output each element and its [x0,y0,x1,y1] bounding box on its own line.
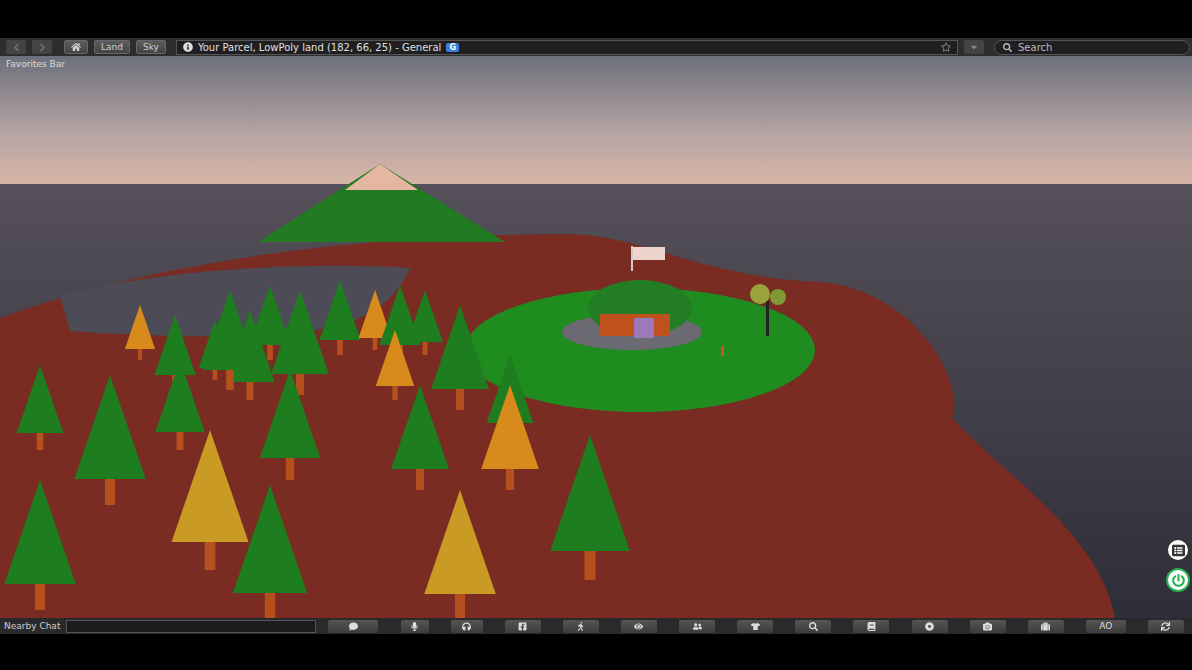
info-icon [183,42,193,52]
home-icon [71,42,81,52]
search-icon [1003,43,1012,52]
search-field[interactable]: Search [994,40,1190,55]
tree [155,360,205,450]
power-button[interactable] [1166,568,1190,592]
toolbar-text-button[interactable]: AO [1086,620,1126,633]
snow-cap [345,164,418,190]
search-icon [809,622,818,631]
tree [550,435,630,580]
small-tree-trunk [766,301,769,336]
eye-icon [634,622,643,631]
tree [17,365,64,450]
tree [431,305,489,410]
island [0,234,1115,618]
toolbar-button[interactable] [563,620,599,633]
back-icon [12,43,21,52]
tree [125,305,155,360]
toolbar-button[interactable] [970,620,1006,633]
toolbar-button[interactable] [853,620,889,633]
viewer-window: Land Sky Your Parcel, LowPoly land (182, 6… [0,0,1192,670]
caret-down-icon [969,42,979,52]
toolbar-button[interactable] [1028,620,1064,633]
letterbox-bottom [0,634,1192,670]
mic-icon [410,622,419,631]
nav-button[interactable]: Sky [136,40,166,54]
favorite-star[interactable] [941,42,951,52]
toolbar-button[interactable] [621,620,657,633]
flag [633,247,665,260]
facebook-icon [518,622,527,631]
sea [0,184,1192,618]
rating-badge: G [446,43,459,52]
toolbar-button[interactable] [451,620,483,633]
tree [319,280,360,355]
location-field[interactable]: Your Parcel, LowPoly land (182, 66, 25) … [176,40,958,55]
search-icon [1003,43,1012,52]
letterbox-top [0,0,1192,38]
toolbar-button[interactable] [912,620,948,633]
tree [407,290,443,355]
toolbar-button[interactable] [1148,620,1184,633]
tree [481,385,539,490]
toolbar-button[interactable] [328,620,378,633]
map-icon [867,622,876,631]
chat-icon [349,622,358,631]
star-icon [941,42,951,52]
chat-input[interactable] [66,620,316,633]
walk-icon [576,622,585,631]
small-tree-crown [770,289,786,305]
toolbar-button[interactable] [401,620,429,633]
small-tree-crown [750,284,770,304]
flag-pole [631,246,633,271]
forward-button[interactable] [32,40,52,54]
tree [391,385,449,490]
tree [260,370,321,480]
headphones-icon [462,622,471,631]
list-button[interactable] [1166,538,1190,562]
tree [203,290,258,390]
hut-door [634,318,654,338]
tree [4,480,76,610]
inventory-icon [1041,622,1050,631]
power-icon [1172,574,1185,587]
toolbar-button[interactable] [795,620,831,633]
tree [74,375,146,505]
shirt-icon [751,622,760,631]
scene-area[interactable]: Favorites Bar [0,56,1192,618]
people-icon [693,622,702,631]
toolbar-buttons: AO [328,620,1184,633]
list-icon [1172,544,1185,557]
sky [0,56,1192,186]
search-placeholder: Search [1018,42,1052,53]
camera-icon [983,622,992,631]
bottom-toolbar: Nearby Chat AO [0,618,1192,634]
info-icon[interactable] [183,42,193,52]
avatar[interactable] [721,346,724,356]
history-dropdown[interactable] [964,40,984,54]
toolbar-button[interactable] [679,620,715,633]
side-buttons [1166,538,1190,592]
tree [172,430,249,570]
favorites-bar: Favorites Bar [6,59,65,69]
navigation-bar: Land Sky Your Parcel, LowPoly land (182, 6… [0,38,1192,56]
tree [376,330,415,400]
chat-label: Nearby Chat [4,621,60,631]
back-button[interactable] [6,40,26,54]
world-view[interactable] [0,56,1192,618]
tree [271,290,329,395]
toolbar-button[interactable] [737,620,773,633]
nav-button[interactable]: Land [94,40,130,54]
refresh-icon [1161,622,1170,631]
mountain [258,164,505,242]
toolbar-button[interactable] [505,620,541,633]
location-text: Your Parcel, LowPoly land (182, 66, 25) … [198,42,441,53]
tree [233,485,307,618]
radar-icon [925,622,934,631]
forward-icon [38,43,47,52]
tree [424,490,496,618]
home-button[interactable] [64,40,88,54]
